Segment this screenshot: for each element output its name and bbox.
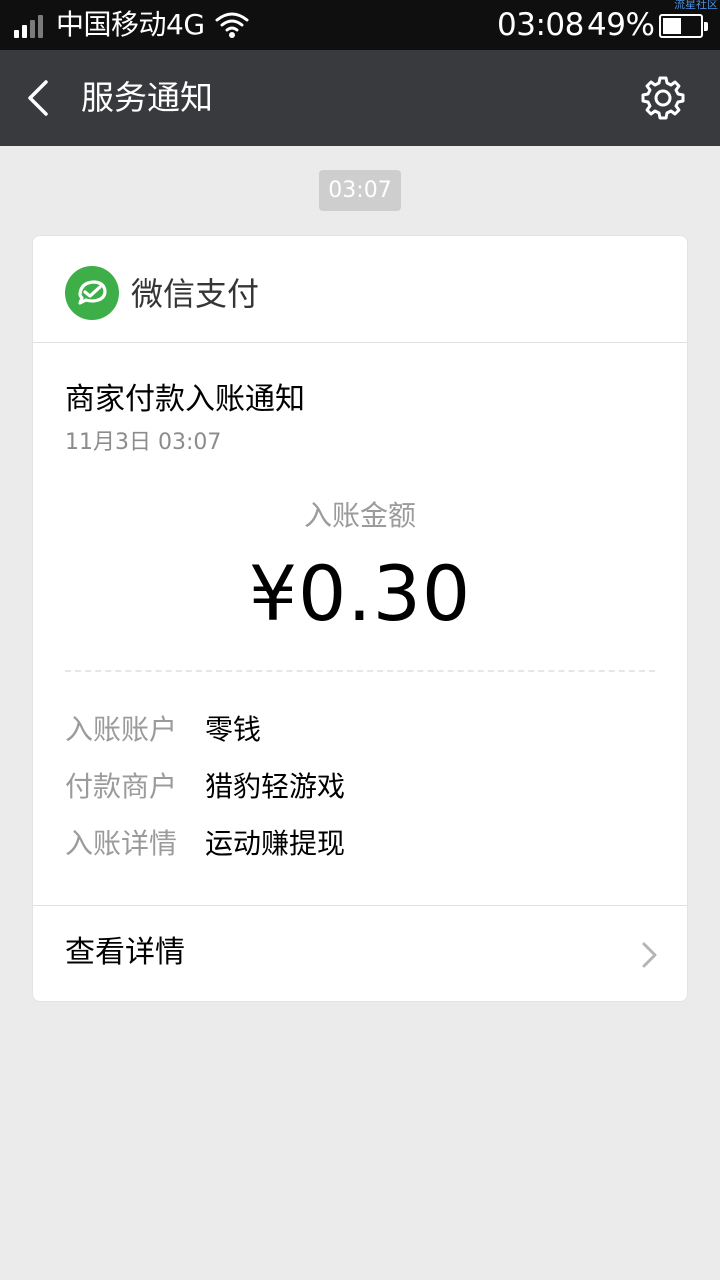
amount-label: 入账金额: [303, 499, 416, 532]
view-details-button[interactable]: 查看详情: [33, 905, 687, 1002]
message-timestamp: 03:07: [319, 170, 401, 211]
detail-value: 猎豹轻游戏: [205, 770, 346, 803]
gear-icon[interactable]: [640, 75, 686, 121]
dashed-divider: [65, 670, 655, 672]
chevron-left-icon[interactable]: [20, 76, 60, 120]
watermark-label: 流星社区: [674, 0, 718, 11]
view-details-label: 查看详情: [65, 935, 185, 970]
wifi-icon: [215, 12, 249, 38]
nav-bar: 服务通知: [0, 50, 720, 146]
status-bar: 中国移动4G 03:08 49% 流星社区: [0, 0, 720, 50]
notice-title: 商家付款入账通知: [65, 382, 305, 417]
notice-date: 11月3日 03:07: [65, 430, 222, 455]
card-header: 微信支付: [33, 236, 687, 343]
detail-label: 付款商户: [65, 770, 178, 803]
battery-percent: 49%: [587, 7, 655, 43]
chevron-right-icon: [642, 942, 657, 968]
wechat-pay-icon: [65, 266, 119, 320]
carrier-label: 中国移动4G: [56, 8, 205, 41]
payment-notification-card[interactable]: 微信支付 商家付款入账通知 11月3日 03:07 入账金额 ¥0.30 入账账…: [32, 235, 688, 1002]
amount-value: ¥0.30: [248, 549, 472, 638]
detail-row-merchant: 付款商户 猎豹轻游戏: [65, 767, 655, 807]
battery-icon: [659, 14, 708, 38]
detail-label: 入账详情: [65, 827, 178, 860]
page-title: 服务通知: [81, 78, 213, 117]
detail-row-description: 入账详情 运动赚提现: [65, 824, 655, 864]
clock: 03:08: [497, 7, 584, 43]
detail-value: 零钱: [205, 713, 262, 746]
sender-name: 微信支付: [131, 275, 260, 313]
signal-icon: [14, 14, 48, 38]
detail-value: 运动赚提现: [205, 827, 346, 860]
detail-label: 入账账户: [65, 713, 178, 746]
detail-row-account: 入账账户 零钱: [65, 710, 655, 750]
